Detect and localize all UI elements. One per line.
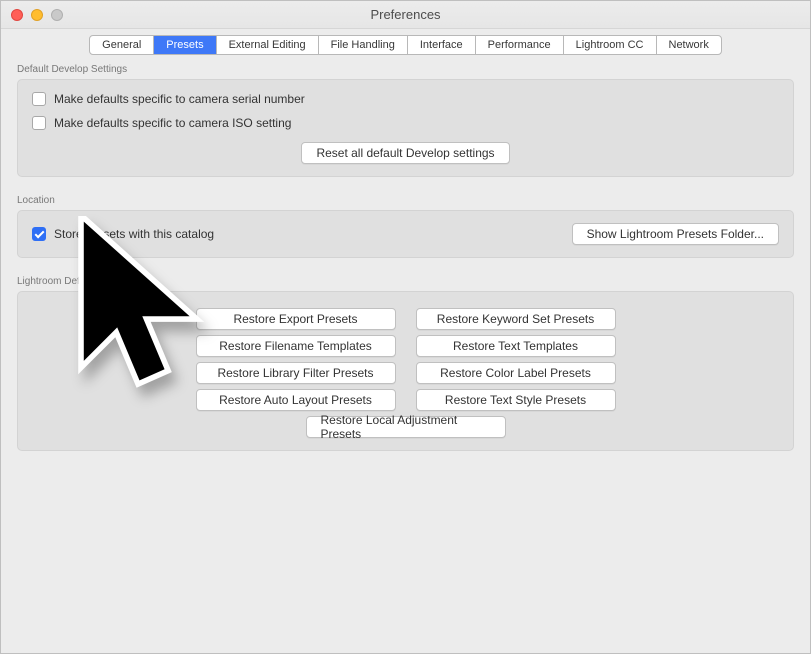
restore-keyword-set-presets-button[interactable]: Restore Keyword Set Presets [416,308,616,330]
preferences-window: Preferences General Presets External Edi… [0,0,811,654]
checkbox-iso[interactable] [32,116,46,130]
develop-reset-row: Reset all default Develop settings [32,142,779,164]
tab-presets[interactable]: Presets [154,36,216,54]
minimize-icon[interactable] [31,9,43,21]
location-row: Store presets with this catalog Show Lig… [32,223,779,245]
tab-file-handling[interactable]: File Handling [319,36,408,54]
tab-general[interactable]: General [90,36,154,54]
tab-external-editing[interactable]: External Editing [217,36,319,54]
restore-local-adjustment-presets-button[interactable]: Restore Local Adjustment Presets [306,416,506,438]
checkbox-row-store[interactable]: Store presets with this catalog [32,227,214,241]
checkbox-store-presets-label: Store presets with this catalog [54,227,214,241]
location-group-label: Location [17,195,794,206]
develop-panel: Make defaults specific to camera serial … [17,79,794,177]
window-title: Preferences [1,7,810,22]
restore-export-presets-button[interactable]: Restore Export Presets [196,308,396,330]
restore-color-label-presets-button[interactable]: Restore Color Label Presets [416,362,616,384]
restore-text-style-presets-button[interactable]: Restore Text Style Presets [416,389,616,411]
develop-section: Default Develop Settings Make defaults s… [17,64,794,177]
tabbar-container: General Presets External Editing File Ha… [1,29,810,55]
defaults-last-row: Restore Local Adjustment Presets [32,416,779,438]
checkbox-store-presets[interactable] [32,227,46,241]
restore-auto-layout-presets-button[interactable]: Restore Auto Layout Presets [196,389,396,411]
titlebar: Preferences [1,1,810,29]
traffic-lights [1,9,63,21]
tab-lightroom-cc[interactable]: Lightroom CC [564,36,657,54]
checkbox-serial[interactable] [32,92,46,106]
checkbox-row-serial[interactable]: Make defaults specific to camera serial … [32,92,779,106]
defaults-group-label: Lightroom Defaults [17,276,794,287]
restore-text-templates-button[interactable]: Restore Text Templates [416,335,616,357]
develop-group-label: Default Develop Settings [17,64,794,75]
location-panel: Store presets with this catalog Show Lig… [17,210,794,258]
restore-library-filter-presets-button[interactable]: Restore Library Filter Presets [196,362,396,384]
tab-performance[interactable]: Performance [476,36,564,54]
close-icon[interactable] [11,9,23,21]
content: Default Develop Settings Make defaults s… [1,55,810,653]
restore-filename-templates-button[interactable]: Restore Filename Templates [196,335,396,357]
reset-develop-button[interactable]: Reset all default Develop settings [301,142,509,164]
checkbox-serial-label: Make defaults specific to camera serial … [54,92,305,106]
checkbox-row-iso[interactable]: Make defaults specific to camera ISO set… [32,116,779,130]
tabbar: General Presets External Editing File Ha… [89,35,722,55]
tab-interface[interactable]: Interface [408,36,476,54]
tab-network[interactable]: Network [657,36,721,54]
location-section: Location Store presets with this catalog… [17,195,794,258]
show-presets-folder-button[interactable]: Show Lightroom Presets Folder... [572,223,779,245]
defaults-panel: Restore Export Presets Restore Keyword S… [17,291,794,451]
checkbox-iso-label: Make defaults specific to camera ISO set… [54,116,291,130]
lightroom-defaults-section: Lightroom Defaults Restore Export Preset… [17,276,794,451]
maximize-icon [51,9,63,21]
defaults-grid: Restore Export Presets Restore Keyword S… [32,308,779,411]
